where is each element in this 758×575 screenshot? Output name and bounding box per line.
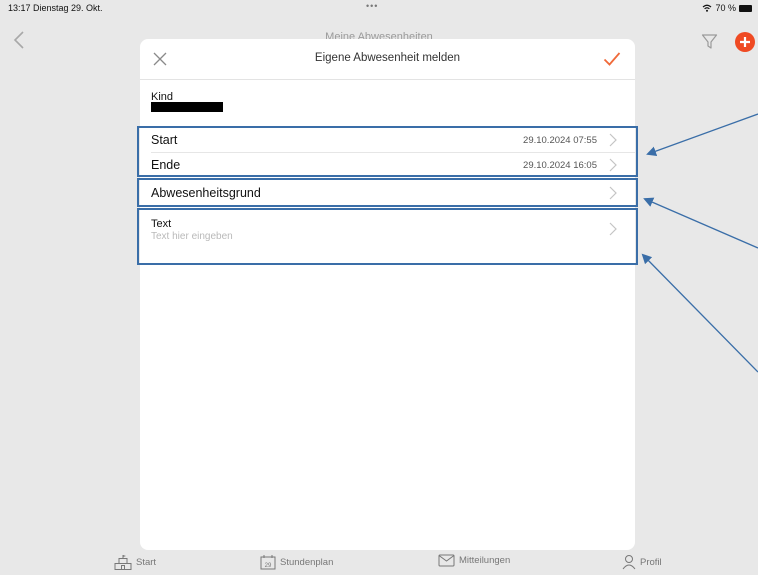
tab-profile-label: Profil bbox=[640, 556, 662, 568]
calendar-icon: 29 bbox=[260, 555, 276, 570]
tab-schedule[interactable]: 29 Stundenplan bbox=[260, 554, 333, 570]
tab-start-label: Start bbox=[136, 556, 157, 568]
arrow-to-start-end bbox=[646, 113, 758, 156]
tab-schedule-label: Stundenplan bbox=[280, 556, 334, 568]
annotation-arrows bbox=[641, 113, 758, 373]
school-icon bbox=[114, 555, 132, 570]
arrow-to-text bbox=[641, 253, 758, 373]
arrow-to-reason bbox=[643, 197, 758, 249]
tab-messages[interactable]: Mitteilungen bbox=[438, 554, 510, 567]
person-icon bbox=[622, 555, 636, 570]
svg-text:29: 29 bbox=[265, 563, 272, 569]
tab-bar: Start 29 Stundenplan Mitteilungen Profil bbox=[0, 550, 758, 575]
tab-messages-label: Mitteilungen bbox=[459, 555, 511, 566]
tab-profile[interactable]: Profil bbox=[622, 554, 662, 570]
tab-start[interactable]: Start bbox=[114, 554, 156, 570]
mail-icon bbox=[438, 554, 455, 567]
